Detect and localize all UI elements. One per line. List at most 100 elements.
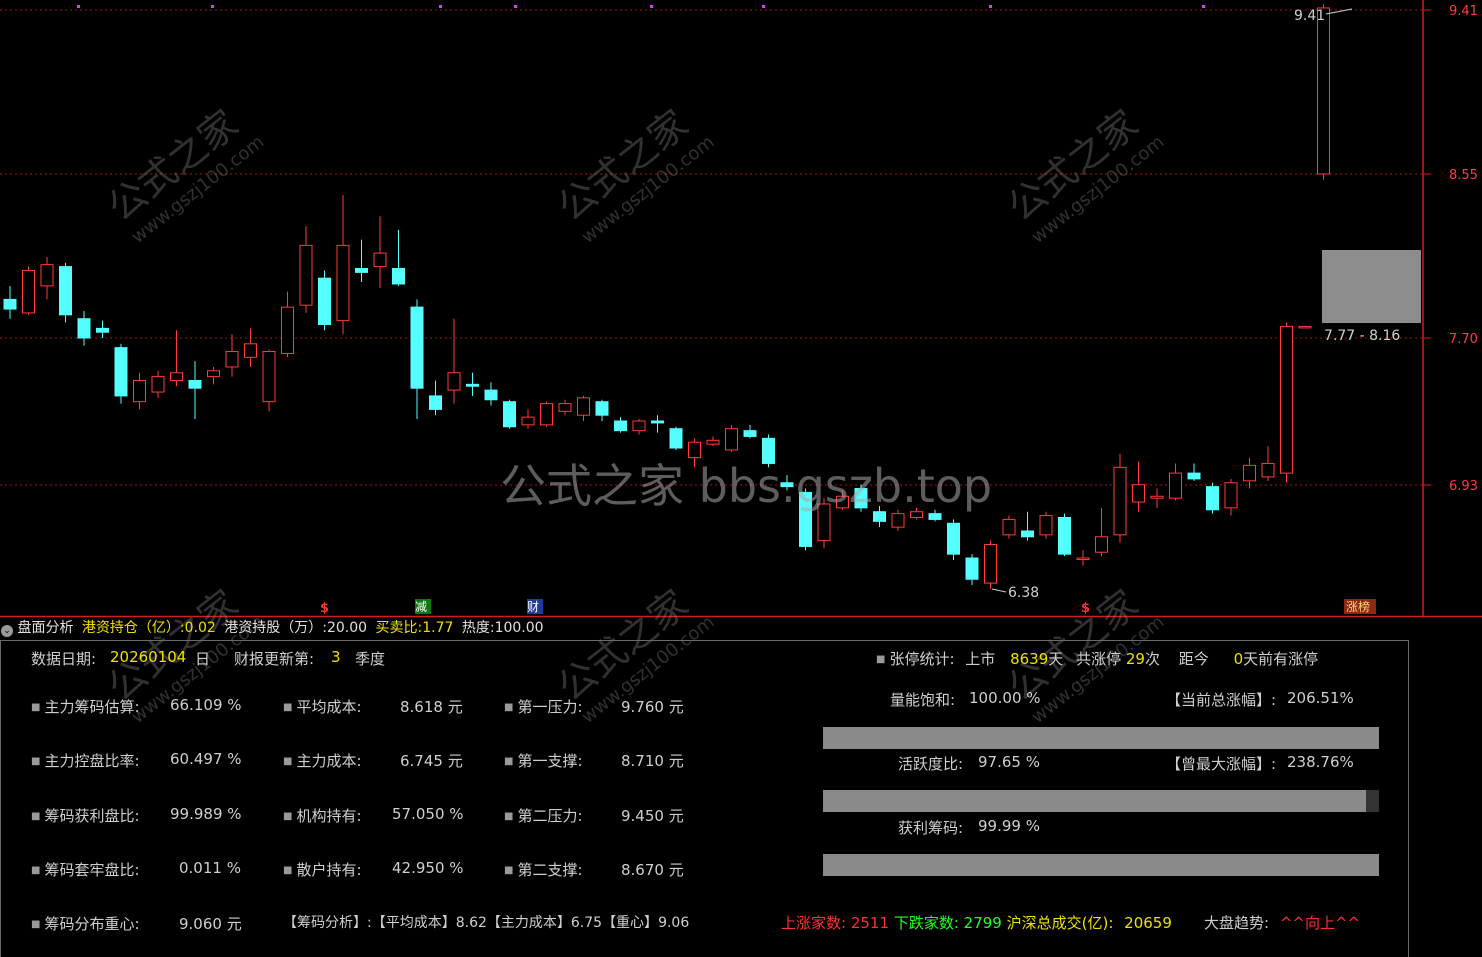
candle-body — [1076, 557, 1090, 561]
buy-sell-ratio-label: 买卖比: — [375, 620, 423, 636]
retail-hold-label: ■ 散户持有: — [283, 861, 362, 879]
low-price-arrow — [991, 588, 1007, 593]
low-price-label: 6.38 — [1008, 585, 1039, 601]
main-control-ratio-label: ■ 主力控盘比率: — [31, 752, 140, 770]
axis-label-855: 8.55 — [1449, 168, 1478, 183]
price-range-box — [1322, 250, 1421, 323]
indicator-header: ⌄ 盘面分析 港资持仓（亿）:0.02 港资持股（万）:20.00 买卖比:1.… — [0, 617, 1482, 639]
candle-body — [410, 306, 424, 389]
candle-body — [1058, 516, 1071, 555]
candle-body — [1224, 482, 1238, 509]
candle-body — [281, 306, 294, 354]
first-support-label: ■ 第一支撑: — [504, 752, 583, 770]
candle-body — [318, 277, 331, 325]
profit-chips-label: 获利筹码: — [898, 819, 964, 837]
candle-body — [632, 420, 646, 432]
candle-body — [1243, 464, 1256, 482]
candle-body — [225, 351, 239, 368]
second-resistance-value: 9.450 元 — [621, 807, 684, 825]
candle-body — [743, 430, 757, 437]
main-control-ratio-value: 60.497 % — [170, 750, 242, 768]
avg-cost-value: 8.618 元 — [400, 698, 463, 716]
candle-body — [484, 389, 498, 401]
kline-chart[interactable]: 9.41 8.55 7.70 6.93 7.77 - 8.16 9.41 6.3… — [0, 0, 1482, 618]
candle-body — [3, 298, 17, 310]
total-gain-label: 【当前总涨幅】: — [1166, 691, 1277, 709]
collapse-icon[interactable]: ⌄ — [1, 625, 13, 637]
candle-body — [1150, 495, 1164, 499]
candle-body — [96, 327, 109, 333]
first-resistance-value: 9.760 元 — [621, 698, 684, 716]
avg-cost-label: ■ 平均成本: — [283, 698, 362, 716]
total-gain-value: 206.51% — [1287, 689, 1354, 707]
candle-body — [521, 416, 535, 426]
profit-bar — [823, 854, 1379, 876]
candle-body — [429, 395, 442, 410]
hk-shares-label: 港资持股（万）: — [224, 620, 327, 636]
profit-bar-fill — [823, 854, 1379, 876]
hk-shares-value: 20.00 — [326, 620, 368, 636]
price-grid — [0, 9, 1423, 486]
activity-ratio-value: 97.65 % — [978, 753, 1040, 771]
candle-body — [1039, 515, 1053, 536]
kline-svg[interactable]: 9.41 8.55 7.70 6.93 7.77 - 8.16 9.41 6.3… — [0, 0, 1482, 618]
candle-body — [1113, 466, 1127, 536]
candle-body — [262, 351, 276, 403]
activity-ratio-label: 活跃度比: — [898, 755, 964, 773]
candle-body — [466, 383, 479, 387]
candle-body — [1169, 472, 1182, 499]
hk-holding-label: 港资持仓（亿）: — [81, 620, 185, 636]
candle-body — [1206, 486, 1219, 511]
indicator-name[interactable]: 盘面分析 — [17, 620, 73, 636]
candle-body — [447, 372, 461, 391]
dividend-marker-1: $ — [320, 601, 329, 616]
event-markers[interactable]: $ 减 财 $ 涨榜 — [320, 599, 1376, 616]
candle-body — [1298, 325, 1312, 329]
market-trend: 大盘趋势: ^^向上^^ — [1204, 914, 1361, 932]
candle-body — [1132, 484, 1145, 503]
second-resistance-label: ■ 第二压力: — [504, 807, 583, 825]
energy-saturation-label: 量能饱和: — [890, 691, 956, 709]
second-support-label: ■ 第二支撑: — [504, 861, 583, 879]
price-axis-labels: 9.41 8.55 7.70 6.93 — [1423, 4, 1478, 494]
report-label: 财报更新第: — [234, 650, 315, 668]
activity-bar — [823, 790, 1379, 812]
max-gain-label: 【曾最大涨幅】: — [1166, 755, 1277, 773]
candle-body — [725, 428, 738, 451]
energy-bar — [823, 727, 1379, 749]
energy-saturation-value: 100.00 % — [969, 689, 1041, 707]
top-marker-dots — [77, 5, 1205, 8]
heat-label: 热度: — [461, 620, 495, 636]
candle-body — [244, 343, 257, 358]
high-price-label: 9.41 — [1294, 8, 1325, 24]
candle-body — [336, 244, 350, 322]
candle-body — [577, 397, 590, 416]
center-watermark: 公式之家 bbs.gszb.top — [500, 459, 993, 513]
candle-body — [503, 401, 516, 428]
energy-bar-fill — [823, 727, 1379, 749]
candle-body — [669, 428, 683, 449]
candle-body — [706, 439, 720, 445]
candle-body — [114, 347, 128, 397]
institution-hold-value: 57.050 % — [392, 805, 464, 823]
first-support-value: 8.710 元 — [621, 752, 684, 770]
candle-body — [965, 557, 979, 580]
main-cost-label: ■ 主力成本: — [283, 752, 362, 770]
candle-body — [1280, 325, 1293, 474]
chip-trapped-ratio-label: ■ 筹码套牢盘比: — [31, 861, 140, 879]
candle-body — [188, 379, 202, 389]
range-box-label: 7.77 - 8.16 — [1324, 328, 1400, 344]
report-unit: 季度 — [355, 650, 386, 668]
candle-body — [1187, 472, 1201, 480]
limit-up-stats: ■ 张停统计: 上市 8639天 共涨停 29次 距今 0天前有涨停 — [876, 650, 1319, 668]
chip-trapped-ratio-value: 0.011 % — [179, 859, 241, 877]
candle-body — [1261, 462, 1275, 478]
axis-label-941: 9.41 — [1449, 4, 1478, 19]
candle-body — [133, 379, 146, 403]
candle-body — [595, 401, 609, 416]
candle-body — [170, 372, 183, 381]
candle-body — [947, 522, 960, 555]
candle-body — [984, 544, 997, 584]
candle-body — [1002, 518, 1016, 536]
candle-body — [22, 269, 35, 314]
